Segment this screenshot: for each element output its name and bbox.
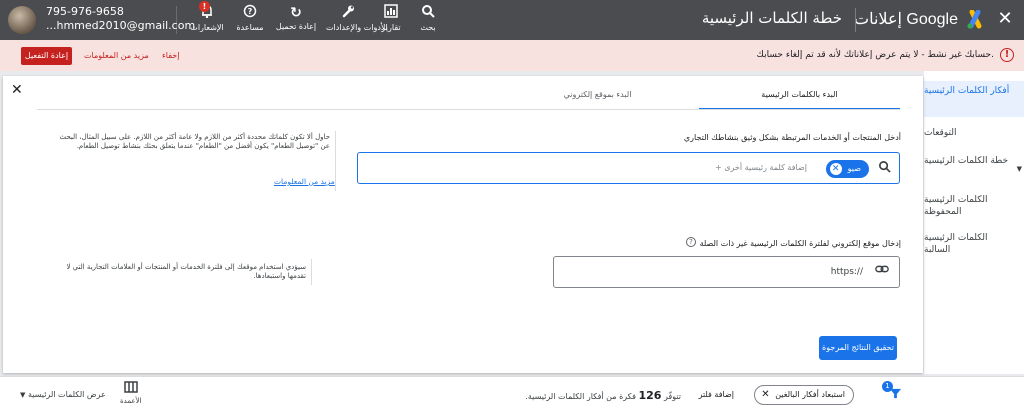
sidebar-item-label: الكلمات الرئيسية السالبة	[924, 233, 988, 255]
keywords-input[interactable]: ✕ صيو + إضافة كلمة رئيسية أخرى	[357, 152, 900, 184]
tab-start-with-website[interactable]: البدء بموقع إلكتروني	[497, 86, 698, 110]
exclude-chip-label: استبعاد أفكار البالغين	[775, 390, 845, 399]
refresh-button[interactable]: ↻ إعادة تحميل	[274, 4, 318, 38]
svg-text:?: ?	[248, 7, 253, 16]
add-filter-button[interactable]: إضافة فلتر	[699, 390, 734, 399]
website-value: https://	[830, 267, 863, 277]
avatar[interactable]	[8, 6, 36, 34]
count-value: 126	[638, 389, 662, 402]
page-title: خطة الكلمات الرئيسية	[701, 9, 842, 27]
keyword-chip-label: صيو	[847, 164, 861, 173]
keyword-ideas-panel: ✕ البدء بالكلمات الرئيسية البدء بموقع إل…	[3, 76, 923, 373]
exclude-adult-ideas-chip[interactable]: ✕ استبعاد أفكار البالغين	[754, 385, 854, 405]
search-icon	[878, 160, 891, 177]
columns-label: الأعمدة	[120, 397, 142, 405]
tab-start-with-keywords[interactable]: البدء بالكلمات الرئيسية	[699, 86, 900, 110]
sidebar-item-label: أفكار الكلمات الرئيسية	[924, 86, 1010, 96]
help-icon: ?	[228, 4, 272, 23]
website-input[interactable]: https://	[553, 256, 900, 288]
help-divider	[335, 131, 336, 191]
add-keyword-placeholder[interactable]: + إضافة كلمة رئيسية أخرى	[715, 163, 807, 172]
columns-icon	[120, 381, 142, 396]
more-info-link[interactable]: مزيد من المعلومات	[84, 51, 149, 60]
account-email: ...hmmed2010@gmail.com	[46, 19, 196, 32]
keywords-help-text: حاول ألا تكون كلماتك محددة أكثر من اللاز…	[59, 133, 330, 150]
help-button[interactable]: ? مساعدة	[228, 4, 272, 38]
account-info[interactable]: 795-976-9658 ...hmmed2010@gmail.com	[46, 5, 195, 33]
sidebar-item-forecasts[interactable]: التوقعات	[924, 127, 1024, 139]
sidebar-item-keyword-plan[interactable]: ▼ خطة الكلمات الرئيسية	[924, 155, 1024, 173]
view-keywords-dropdown[interactable]: ▼ عرض الكلمات الرئيسية	[20, 390, 106, 399]
filter-icon[interactable]	[889, 387, 902, 404]
link-icon	[875, 263, 889, 279]
sidebar-item-saved-keywords[interactable]: الكلمات الرئيسية المحفوظة	[924, 194, 1024, 218]
info-icon[interactable]: ?	[686, 237, 696, 247]
help-label: مساعدة	[236, 23, 264, 32]
account-alert: ! حسابك غير نشط - لا يتم عرض إعلاناتك لأ…	[0, 40, 1024, 71]
website-help-text: سيؤدي استخدام موقعك إلى فلترة الخدمات أو…	[66, 263, 306, 280]
sidebar-item-keyword-ideas[interactable]: أفكار الكلمات الرئيسية	[924, 81, 1024, 117]
remove-chip-icon[interactable]: ✕	[829, 163, 842, 175]
chevron-down-icon: ▼	[1016, 165, 1022, 173]
sidebar-item-label: التوقعات	[924, 128, 957, 138]
remove-filter-icon[interactable]: ✕	[761, 386, 769, 404]
get-results-button[interactable]: تحقيق النتائج المرجوة	[819, 336, 897, 360]
count-suffix: فكرة من أفكار الكلمات الرئيسية.	[525, 392, 636, 401]
tools-button[interactable]: الأدوات والإعدادات	[326, 4, 388, 38]
header-divider	[855, 8, 856, 32]
ideas-count: تتوفّر 126 فكرة من أفكار الكلمات الرئيسي…	[525, 389, 681, 402]
alert-text: حسابك غير نشط - لا يتم عرض إعلاناتك لأنه…	[756, 50, 994, 60]
learn-more-link[interactable]: مزيد من المعلومات	[274, 177, 335, 186]
view-keywords-label: عرض الكلمات الرئيسية	[27, 390, 106, 399]
close-panel-icon[interactable]: ✕	[11, 82, 23, 98]
top-bar: ✕ إعلانات Google خطة الكلمات الرئيسية بح…	[0, 0, 1024, 40]
refresh-icon: ↻	[290, 5, 302, 21]
count-prefix: تتوفّر	[663, 392, 681, 401]
reports-icon	[369, 4, 413, 23]
hide-link[interactable]: إخفاء	[162, 51, 179, 60]
brand-name: إعلانات Google	[854, 11, 958, 28]
reports-button[interactable]: تقارير	[369, 4, 413, 38]
sidebar-item-negative-keywords[interactable]: الكلمات الرئيسية السالبة	[924, 232, 1024, 256]
reactivate-button[interactable]: إعادة التفعيل	[21, 47, 72, 65]
tools-label: الأدوات والإعدادات	[326, 23, 388, 32]
close-icon[interactable]: ✕	[996, 9, 1014, 29]
sidebar-item-label: الكلمات الرئيسية المحفوظة	[924, 195, 988, 217]
refresh-label: إعادة تحميل	[275, 22, 317, 31]
sidebar: أفكار الكلمات الرئيسية التوقعات ▼ خطة ال…	[924, 71, 1024, 374]
tab-bar: البدء بالكلمات الرئيسية البدء بموقع إلكت…	[496, 86, 900, 110]
notification-badge: !	[199, 1, 210, 12]
keywords-field-label: أدخل المنتجات أو الخدمات المرتبطة بشكل و…	[683, 133, 901, 142]
bottom-bar: 1 ✕ استبعاد أفكار البالغين إضافة فلتر تت…	[0, 376, 1024, 411]
keyword-chip[interactable]: ✕ صيو	[825, 160, 869, 178]
website-field-label: إدخال موقع إلكتروني لفلترة الكلمات الرئي…	[699, 239, 901, 248]
wrench-icon	[326, 4, 370, 23]
account-id: 795-976-9658	[46, 5, 124, 18]
site-help-divider	[311, 259, 312, 285]
tabs-divider	[37, 109, 900, 110]
chevron-down-icon: ▼	[20, 391, 26, 399]
google-ads-logo	[967, 10, 982, 29]
columns-button[interactable]: الأعمدة	[120, 381, 142, 406]
sidebar-item-label: خطة الكلمات الرئيسية	[924, 156, 1009, 166]
alert-icon: !	[1000, 48, 1014, 62]
